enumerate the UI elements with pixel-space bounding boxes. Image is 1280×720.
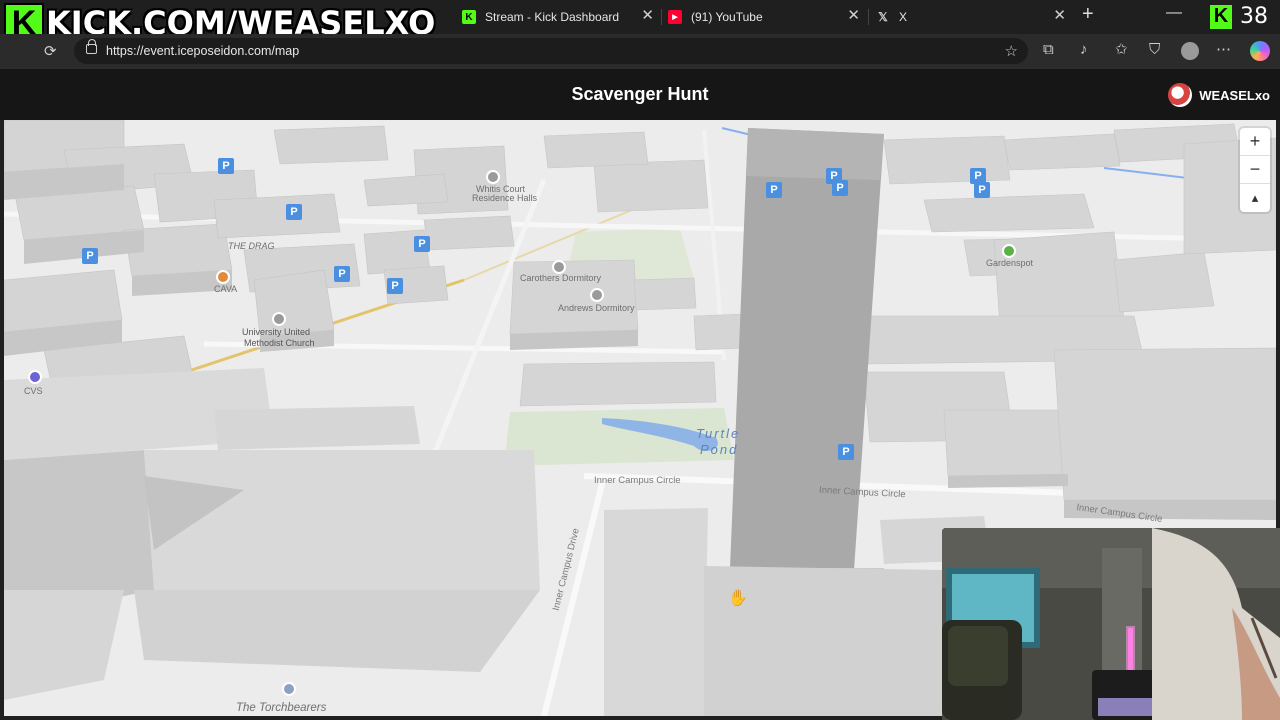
tab-title: X	[899, 10, 908, 24]
tab-title: (91) YouTube	[691, 10, 763, 24]
map-label-residence-halls: Residence Halls	[472, 193, 538, 203]
close-tab-icon[interactable]: ✕	[641, 8, 654, 24]
tower-top	[746, 128, 884, 180]
parking-icon[interactable]: P	[334, 266, 350, 282]
garden-icon[interactable]	[1002, 244, 1016, 258]
parking-icon[interactable]: P	[387, 278, 403, 294]
hand-cursor-icon: ✋	[728, 590, 748, 607]
zoom-in-button[interactable]: +	[1240, 128, 1270, 156]
user-menu[interactable]: WEASELxo	[1168, 83, 1270, 107]
close-tab-icon[interactable]: ✕	[1053, 8, 1066, 24]
dormitory-icon[interactable]	[552, 260, 566, 274]
minimize-icon[interactable]: —	[1166, 4, 1182, 22]
tab-youtube[interactable]: ▶ (91) YouTube ✕	[668, 4, 860, 30]
copilot-icon[interactable]	[1250, 41, 1270, 61]
map-label-torchbearers: The Torchbearers	[236, 702, 327, 714]
street-label: Inner Campus Circle	[594, 475, 681, 486]
username[interactable]: WEASELxo	[1199, 88, 1270, 103]
parking-icon[interactable]: P	[286, 204, 302, 220]
youtube-icon: ▶	[668, 10, 682, 24]
map-label-cava: CAVA	[214, 284, 238, 294]
profile-avatar-icon[interactable]	[1181, 42, 1199, 60]
parking-icon[interactable]: P	[838, 444, 854, 460]
map-label-church-line2: Methodist Church	[244, 338, 315, 348]
avatar[interactable]	[1168, 83, 1193, 107]
restaurant-icon[interactable]	[216, 270, 230, 284]
extensions-icon[interactable]: ⧉	[1043, 42, 1054, 58]
map-label-andrews: Andrews Dormitory	[558, 303, 635, 313]
favorite-star-icon[interactable]: ☆	[1005, 42, 1018, 60]
kick-icon: K	[462, 10, 476, 24]
close-tab-icon[interactable]: ✕	[847, 8, 860, 24]
monument-icon[interactable]	[282, 682, 296, 696]
map-label-gardenspot: Gardenspot	[986, 258, 1034, 268]
map-label-church-line1: University United	[242, 327, 311, 337]
dormitory-icon[interactable]	[590, 288, 604, 302]
residence-hall-icon[interactable]	[486, 170, 500, 184]
page-title: Scavenger Hunt	[571, 84, 709, 104]
parking-icon[interactable]: P	[974, 182, 990, 198]
browser-toolbar: ⟳ https://event.iceposeidon.com/map ☆ ⧉ …	[0, 34, 1280, 68]
zoom-out-button[interactable]: −	[1240, 156, 1270, 184]
read-aloud-icon[interactable]: ♪	[1080, 42, 1088, 58]
x-icon: 𝕏	[878, 10, 888, 24]
map-label-pond: Pond	[700, 442, 739, 457]
viewer-count-badge: K 38	[1210, 4, 1268, 29]
map-label-cvs: CVS	[24, 386, 43, 396]
parking-icon[interactable]: P	[82, 248, 98, 264]
tall-tower	[730, 128, 884, 570]
parking-icon[interactable]: P	[218, 158, 234, 174]
address-bar[interactable]: https://event.iceposeidon.com/map ☆	[74, 38, 1028, 64]
map-label-the-drag: THE DRAG	[228, 241, 275, 251]
lock-icon[interactable]	[86, 39, 97, 54]
tab-title: Stream - Kick Dashboard	[485, 10, 620, 24]
new-tab-button[interactable]: +	[1082, 3, 1094, 26]
webcam-overlay	[942, 528, 1280, 720]
map-zoom-controls: + − ▴	[1240, 128, 1270, 212]
parking-icon[interactable]: P	[766, 182, 782, 198]
church-icon[interactable]	[272, 312, 286, 326]
reload-icon[interactable]: ⟳	[44, 42, 57, 60]
compass-button[interactable]: ▴	[1240, 184, 1270, 212]
more-menu-icon[interactable]: ⋯	[1216, 42, 1231, 58]
browser-essentials-icon[interactable]: ⛉	[1149, 42, 1160, 58]
webcam-feed	[942, 528, 1280, 720]
tab-kick-dashboard[interactable]: K Stream - Kick Dashboard ✕	[462, 4, 654, 30]
url-text[interactable]: https://event.iceposeidon.com/map	[106, 44, 299, 58]
map-label-turtle: Turtle	[696, 426, 741, 441]
kick-logo-icon: K	[1210, 4, 1232, 29]
parking-icon[interactable]: P	[414, 236, 430, 252]
tab-x[interactable]: 𝕏 X ✕	[876, 4, 1066, 30]
page-header: Scavenger Hunt WEASELxo	[0, 68, 1280, 120]
favorites-icon[interactable]: ✩	[1115, 42, 1128, 58]
parking-icon[interactable]: P	[832, 180, 848, 196]
viewer-count: 38	[1240, 4, 1268, 29]
map-label-carothers: Carothers Dormitory	[520, 273, 602, 283]
shop-icon[interactable]	[28, 370, 42, 384]
